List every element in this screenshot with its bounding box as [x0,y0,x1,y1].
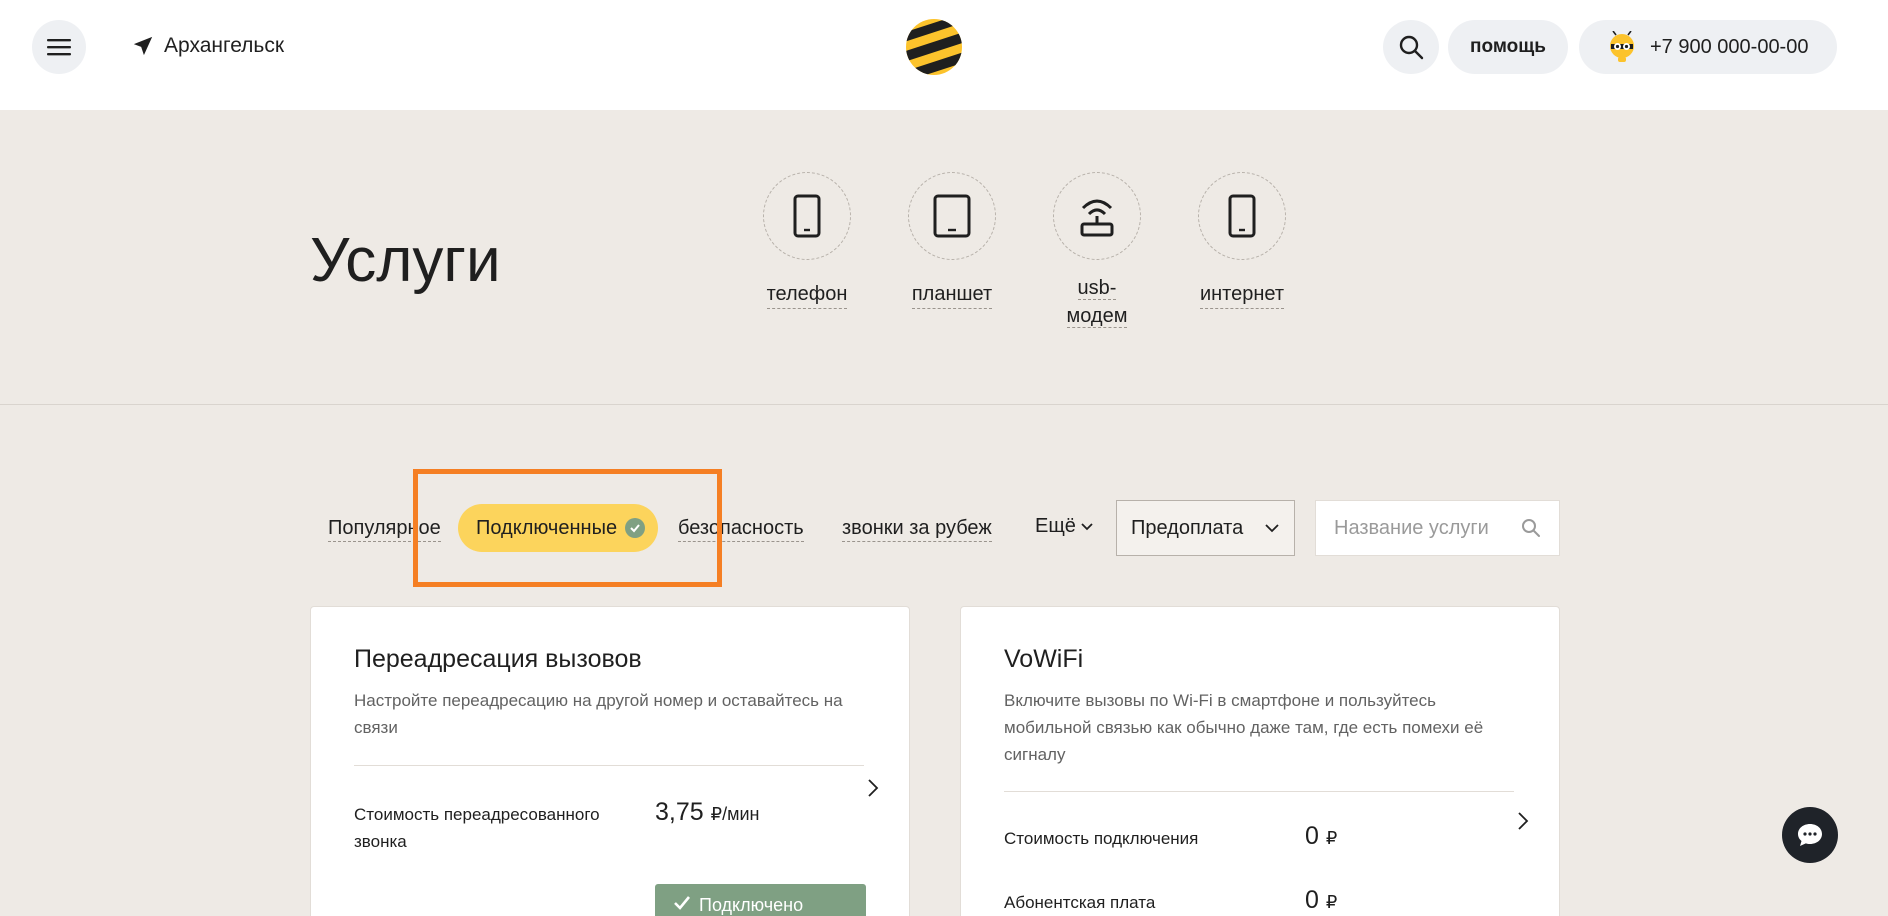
service-search-input[interactable] [1334,516,1514,540]
device-internet-label: интернет [1199,280,1285,309]
hamburger-icon [47,39,71,56]
city-label: Архангельск [164,34,285,57]
page-title: Услуги [310,226,501,295]
chat-bubble-icon [1798,824,1822,846]
card-row-value-unit: ₽ [1325,892,1338,912]
connected-status-button[interactable]: Подключено [655,884,866,916]
header-search-button[interactable] [1383,20,1439,74]
bee-avatar-icon [1610,31,1634,62]
search-icon [1399,35,1424,60]
device-internet-circle [1198,172,1286,260]
device-usb-modem-label: usb- модем [1047,274,1147,330]
card-divider [354,765,864,766]
device-phone-label: телефон [766,280,848,309]
device-tablet[interactable]: планшет [902,172,1002,309]
phone-icon [793,194,821,238]
chevron-right-icon[interactable] [867,778,879,798]
phone-icon [1228,194,1256,238]
check-icon [674,896,691,910]
card-title: Переадресация вызовов [354,645,642,673]
more-label: Ещё [1035,515,1076,537]
more-dropdown[interactable]: Ещё [1035,515,1094,538]
card-row-value: 0 ₽ [1305,822,1337,851]
card-divider [1004,791,1514,792]
beeline-logo[interactable] [905,18,963,76]
device-usb-modem-circle [1053,172,1141,260]
device-phone-circle [763,172,851,260]
card-description: Настройте переадресацию на другой номер … [354,691,843,737]
card-row-value: 0 ₽ [1305,886,1337,915]
help-label: помощь [1470,36,1546,57]
card-title: VoWiFi [1004,645,1084,673]
card-row-value-number: 0 [1305,886,1319,914]
tab-international-calls[interactable]: звонки за рубеж [842,515,992,542]
city-selector[interactable]: Архангельск [132,34,284,58]
chevron-down-icon [1265,524,1279,533]
card-row-label: Стоимость подключения [1004,829,1199,848]
menu-button[interactable] [32,20,86,74]
card-description: Включите вызовы по Wi-Fi в смартфоне и п… [1004,691,1484,764]
chevron-down-icon [1081,522,1093,530]
device-usb-modem[interactable]: usb- модем [1047,172,1147,330]
card-row-value: 3,75 ₽/мин [655,798,759,827]
card-row-value-unit: ₽/мин [710,804,760,824]
chat-button[interactable] [1782,807,1838,863]
router-icon [1080,199,1114,237]
phone-number: +7 900 000-00-00 [1650,35,1809,58]
device-phone[interactable]: телефон [757,172,857,309]
card-row-value-unit: ₽ [1325,828,1338,848]
device-usb-modem-label-line2: модем [1066,305,1128,328]
top-header: Архангельск помощь +7 900 000-00-00 [0,0,1888,110]
card-row-label: Стоимость переадресованного звонка [354,805,600,851]
card-row-value-number: 0 [1305,822,1319,850]
card-row-value-number: 3,75 [655,798,704,826]
chevron-right-icon[interactable] [1517,811,1529,831]
plan-select[interactable]: Предоплата [1116,500,1295,556]
card-row-label: Абонентская плата [1004,893,1156,912]
device-internet[interactable]: интернет [1192,172,1292,309]
device-usb-modem-label-line1: usb- [1077,277,1117,300]
tablet-icon [933,194,971,238]
device-tablet-circle [908,172,996,260]
help-button[interactable]: помощь [1448,20,1568,74]
plan-select-value: Предоплата [1131,516,1244,539]
account-button[interactable]: +7 900 000-00-00 [1579,20,1837,74]
search-icon[interactable] [1521,518,1541,538]
service-card-vowifi[interactable]: VoWiFi Включите вызовы по Wi-Fi в смартф… [960,606,1560,916]
hero-section: Услуги телефон планшет usb- модем интерн… [0,110,1888,405]
device-tablet-label: планшет [911,280,993,309]
connected-status-label: Подключено [699,895,804,915]
highlight-annotation [413,469,722,587]
service-search [1315,500,1560,556]
location-arrow-icon [133,36,153,56]
service-card-call-forwarding[interactable]: Переадресация вызовов Настройте переадре… [310,606,910,916]
